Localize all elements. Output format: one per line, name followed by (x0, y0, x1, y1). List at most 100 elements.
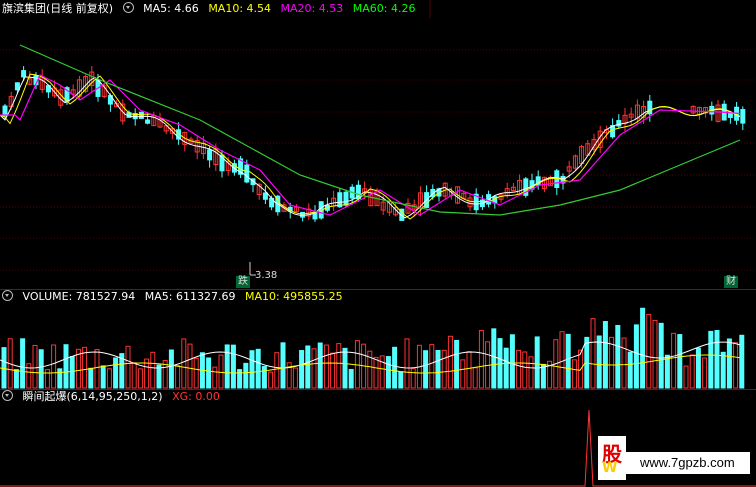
volume-bar (69, 356, 75, 389)
volume-bar (590, 318, 596, 389)
volume-bar (206, 357, 212, 389)
volume-bar (311, 348, 317, 389)
volume-bar (460, 359, 466, 389)
candle (337, 192, 343, 208)
volume-bar (175, 364, 181, 389)
volume-bar (156, 364, 162, 389)
tag-left: 跌 (236, 276, 250, 288)
volume-bar (565, 333, 571, 389)
volume-bar (57, 368, 63, 389)
volume-bar (137, 368, 143, 389)
volume-bar (379, 355, 385, 389)
volume-bar (299, 350, 305, 389)
volume-bar (720, 351, 726, 389)
volume-bar (528, 356, 534, 389)
volume-bar (689, 354, 695, 389)
volume-bar (51, 344, 57, 389)
volume-bar (100, 365, 106, 389)
xg-line (0, 409, 756, 487)
volume-bar (559, 331, 565, 389)
candlestick-chart[interactable] (0, 0, 756, 290)
volume-bar (385, 356, 391, 389)
volume-bar (516, 349, 522, 389)
volume-bar (181, 338, 187, 389)
volume-bar (726, 338, 732, 389)
volume-bar (714, 329, 720, 389)
candle (207, 149, 213, 161)
volume-bar (348, 369, 354, 389)
volume-bar (522, 351, 528, 389)
volume-bar (305, 345, 311, 389)
volume-bar (652, 319, 658, 389)
volume-bar (125, 345, 131, 389)
candle (262, 192, 268, 200)
volume-bar (435, 349, 441, 389)
volume-bar (268, 371, 274, 389)
volume-bar (404, 338, 410, 389)
volume-bar (429, 344, 435, 389)
volume-bar (509, 334, 515, 389)
volume-bar (330, 352, 336, 389)
volume-bar (88, 367, 94, 389)
volume-bar (534, 336, 540, 389)
candle (145, 119, 151, 124)
volume-bar (392, 346, 398, 389)
volume-bar (491, 328, 497, 389)
volume-bar (478, 330, 484, 389)
volume-bar (602, 321, 608, 389)
volume-bar (503, 347, 509, 389)
volume-bar (1, 347, 7, 389)
volume-bar (454, 339, 460, 389)
volume-bar (218, 354, 224, 389)
volume-bar (274, 352, 280, 389)
tag-right: 财 (724, 276, 738, 288)
volume-bar (230, 344, 236, 389)
candle (343, 191, 349, 206)
volume-bar (237, 369, 243, 389)
volume-bar (20, 338, 26, 389)
watermark-text: www.7gpzb.com (640, 455, 735, 470)
volume-bar (571, 359, 577, 389)
volume-bar (249, 350, 255, 389)
volume-panel: VOLUME: 781527.94 MA5: 611327.69 MA10: 4… (0, 290, 756, 390)
volume-bar (441, 349, 447, 389)
volume-bar (336, 343, 342, 389)
volume-bar (540, 363, 546, 389)
volume-bar (292, 367, 298, 389)
volume-chart[interactable] (0, 290, 756, 390)
volume-bar (640, 307, 646, 389)
volume-bar (633, 324, 639, 389)
volume-bar (398, 371, 404, 389)
volume-bar (733, 342, 739, 389)
candle (21, 70, 27, 78)
volume-bar (261, 366, 267, 389)
volume-bar (373, 356, 379, 389)
volume-bar (596, 335, 602, 389)
volume-bar (472, 367, 478, 389)
volume-bar (621, 337, 627, 389)
volume-bar (212, 366, 218, 389)
volume-bar (466, 351, 472, 389)
volume-bar (255, 348, 261, 389)
volume-bar (317, 342, 323, 389)
volume-bar (193, 357, 199, 389)
volume-bar (168, 349, 174, 389)
candle (244, 164, 250, 183)
price-panel: 旗滨集团(日线 前复权) MA5: 4.66 MA10: 4.54 MA20: … (0, 0, 756, 290)
volume-bar (342, 347, 348, 389)
volume-bar (106, 368, 112, 389)
volume-bar (187, 343, 193, 389)
volume-bar (113, 357, 119, 389)
volume-bar (671, 332, 677, 389)
candle (14, 82, 20, 91)
volume-bar (646, 313, 652, 389)
volume-bar (708, 330, 714, 389)
volume-bar (410, 368, 416, 389)
volume-bar (63, 344, 69, 389)
volume-bar (280, 342, 286, 389)
volume-bar (695, 347, 701, 389)
volume-bar (627, 351, 633, 389)
volume-bar (131, 362, 137, 389)
volume-bar (664, 354, 670, 389)
volume-bar (423, 350, 429, 389)
